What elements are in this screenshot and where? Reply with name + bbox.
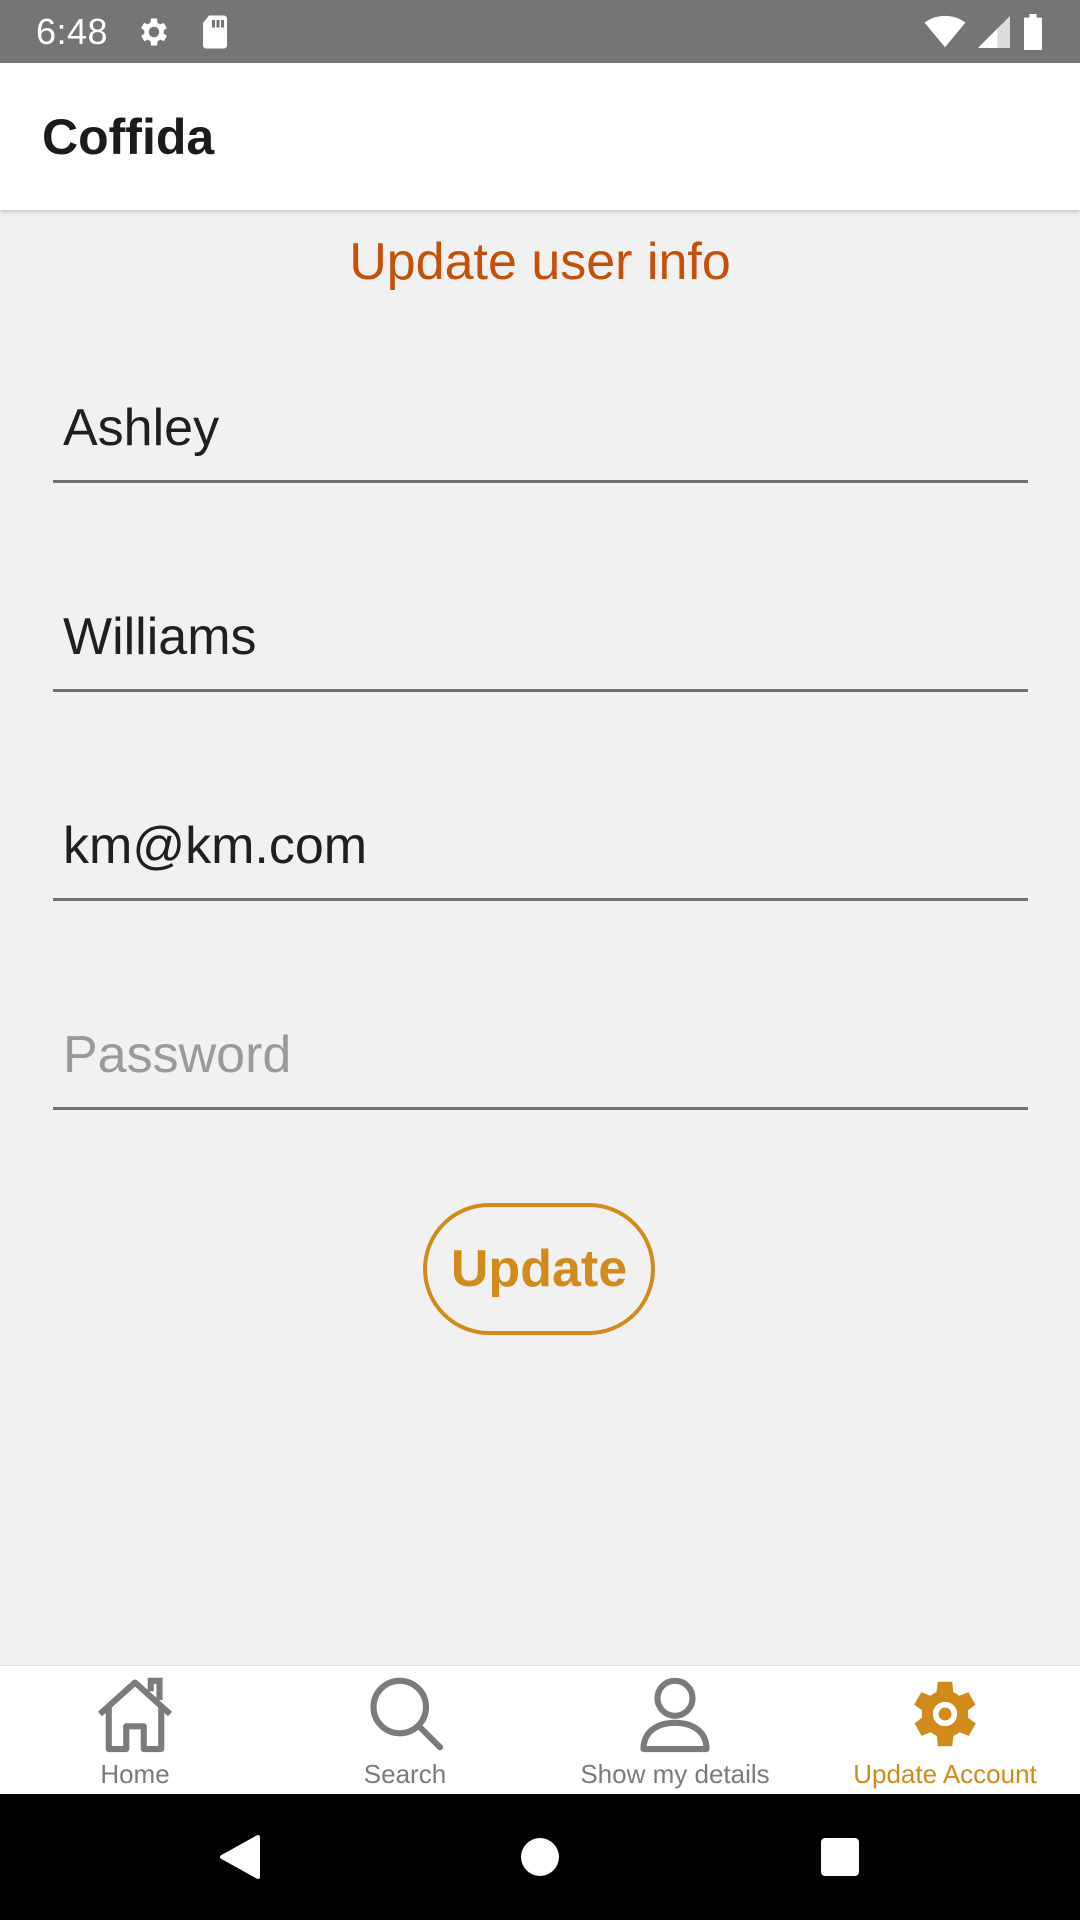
tab-update-account[interactable]: Update Account [810,1666,1080,1794]
home-icon [93,1671,177,1757]
home-circle-icon[interactable] [500,1794,580,1920]
last-name-input[interactable] [63,607,1003,667]
first-name-field[interactable] [53,363,1028,483]
tab-home[interactable]: Home [0,1666,270,1794]
tab-label: Search [363,1759,447,1789]
tab-label: Home [100,1759,170,1789]
wifi-icon [924,15,966,49]
battery-icon [1022,13,1044,50]
password-input[interactable] [63,1025,1003,1085]
email-input[interactable] [63,816,1003,876]
back-icon[interactable] [200,1794,280,1920]
gear-icon [902,1671,988,1757]
system-nav-bar [0,1794,1080,1920]
tab-label: Show my details [580,1759,770,1789]
app-title: Coffida [42,108,215,165]
signal-icon [978,15,1010,49]
last-name-field[interactable] [53,572,1028,692]
app-bar: Coffida [0,63,1080,210]
sd-card-icon [200,14,230,50]
status-bar: 6:48 [0,0,1080,63]
update-button[interactable]: Update [423,1203,655,1335]
page-heading: Update user info [349,233,731,291]
search-icon [363,1671,447,1757]
settings-icon [136,14,172,50]
person-icon [633,1671,717,1757]
email-field[interactable] [53,781,1028,901]
status-time: 6:48 [36,10,109,52]
tab-label: Update Account [853,1759,1037,1789]
tab-search[interactable]: Search [270,1666,540,1794]
bottom-tab-bar: Home Search Show my details Update Accou… [0,1665,1080,1794]
tab-show-my-details[interactable]: Show my details [540,1666,810,1794]
recents-icon[interactable] [800,1794,880,1920]
first-name-input[interactable] [63,398,1003,458]
password-field[interactable] [53,990,1028,1110]
